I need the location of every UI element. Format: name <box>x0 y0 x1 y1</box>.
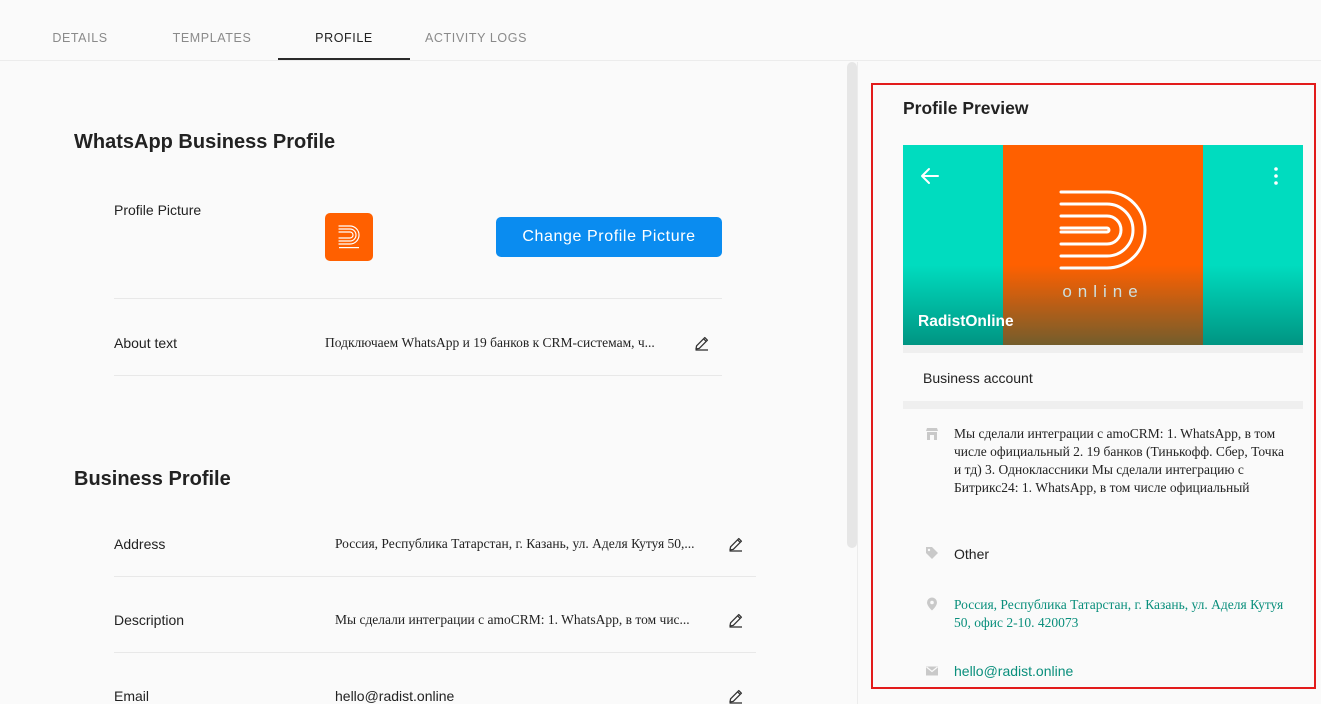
business-account-label: Business account <box>923 370 1033 386</box>
edit-address-pencil-icon[interactable] <box>728 536 744 552</box>
more-vertical-icon[interactable] <box>1271 165 1281 187</box>
description-label: Description <box>114 612 185 628</box>
tab-details[interactable]: DETAILS <box>40 0 120 60</box>
tab-bar: DETAILS TEMPLATES PROFILE ACTIVITY LOGS <box>0 0 1321 61</box>
email-envelope-icon <box>925 664 939 678</box>
section-gap <box>903 345 1303 353</box>
profile-picture-thumbnail <box>325 213 373 261</box>
location-pin-icon <box>925 597 939 611</box>
whatsapp-profile-heading: WhatsApp Business Profile <box>74 131 336 153</box>
store-icon <box>925 427 939 441</box>
edit-about-pencil-icon[interactable] <box>694 335 710 351</box>
preview-description: Мы сделали интеграции с amoCRM: 1. Whats… <box>954 426 1284 495</box>
preview-category: Other <box>954 546 990 562</box>
description-value: Мы сделали интеграции с amoCRM: 1. Whats… <box>335 612 690 627</box>
divider <box>114 652 756 653</box>
hero-gradient-overlay <box>903 265 1303 345</box>
change-profile-picture-button[interactable]: Change Profile Picture <box>496 217 722 257</box>
about-text-value: Подключаем WhatsApp и 19 банков к CRM-си… <box>325 335 655 350</box>
email-label: Email <box>114 688 150 704</box>
profile-preview-panel: Profile Preview online RadistOnline Busi… <box>871 83 1316 689</box>
about-text-label: About text <box>114 335 178 351</box>
preview-address-link[interactable]: Россия, Республика Татарстан, г. Казань,… <box>954 596 1289 632</box>
section-gap <box>903 401 1303 409</box>
panel-separator <box>857 62 858 704</box>
profile-picture-label: Profile Picture <box>114 202 202 218</box>
tab-profile[interactable]: PROFILE <box>278 0 410 60</box>
tag-icon <box>925 546 939 560</box>
back-arrow-icon[interactable] <box>919 165 941 187</box>
address-value: Россия, Республика Татарстан, г. Казань,… <box>335 536 695 551</box>
tab-activity-logs[interactable]: ACTIVITY LOGS <box>414 0 538 60</box>
profile-preview-title: Profile Preview <box>903 98 1029 118</box>
left-panel-scrollbar[interactable] <box>847 62 857 548</box>
preview-business-name: RadistOnline <box>918 313 1014 330</box>
email-value: hello@radist.online <box>335 688 455 704</box>
profile-settings-panel: WhatsApp Business Profile Profile Pictur… <box>0 61 846 704</box>
divider <box>114 375 722 376</box>
radist-logo-icon <box>338 225 360 249</box>
tab-templates[interactable]: TEMPLATES <box>164 0 260 60</box>
edit-email-pencil-icon[interactable] <box>728 688 744 704</box>
preview-hero-image: online RadistOnline <box>903 145 1303 345</box>
business-profile-heading: Business Profile <box>74 468 231 490</box>
divider <box>114 576 756 577</box>
address-label: Address <box>114 536 166 552</box>
edit-description-pencil-icon[interactable] <box>728 612 744 628</box>
preview-email-link[interactable]: hello@radist.online <box>954 662 1289 680</box>
divider <box>114 298 722 299</box>
